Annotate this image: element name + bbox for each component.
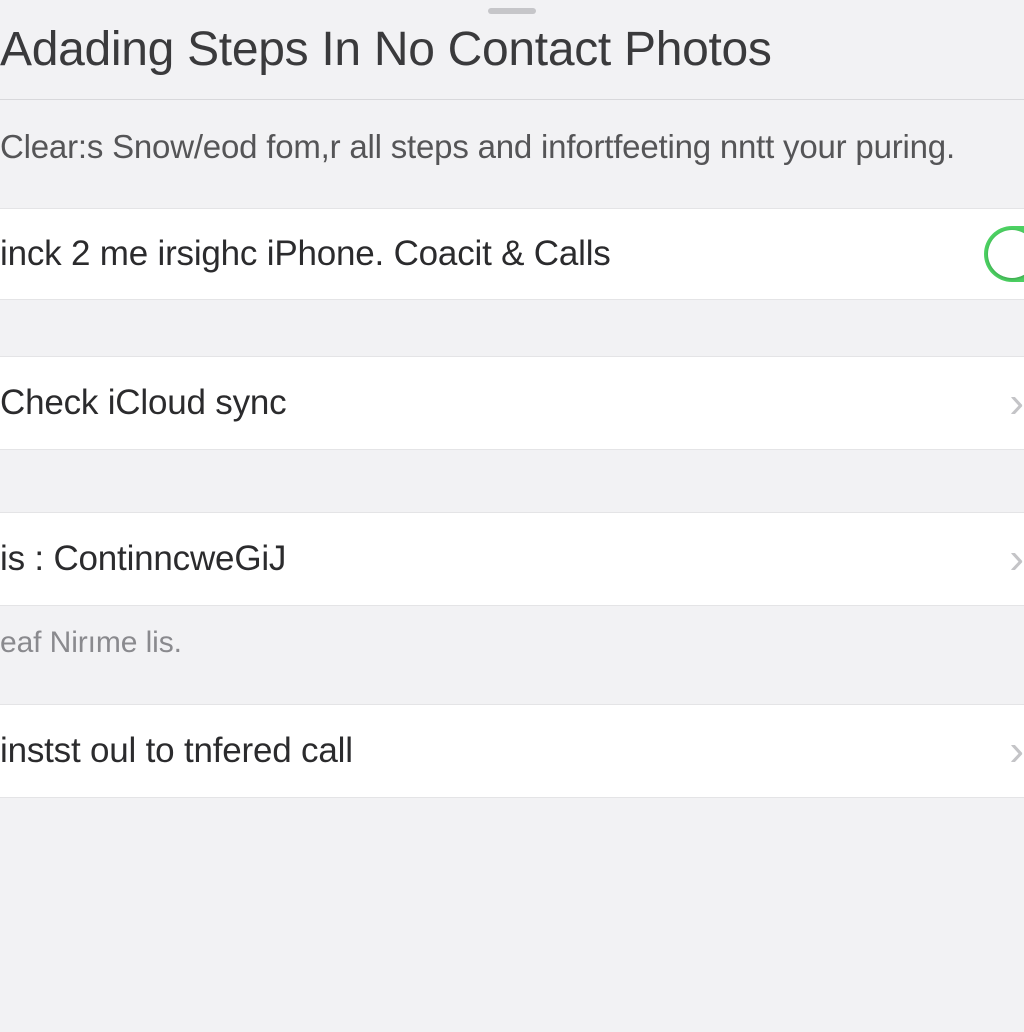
chevron-right-icon: › — [1010, 705, 1024, 797]
page-title: Adading Steps In No Contact Photos — [0, 20, 1024, 99]
sheet-grabber[interactable] — [488, 8, 536, 14]
row-label: Check iCloud sync — [0, 383, 286, 423]
row-label: is : ContinncweGiJ — [0, 539, 286, 579]
row-continue[interactable]: is : ContinncweGiJ › — [0, 512, 1024, 606]
spacer — [0, 300, 1024, 356]
row-contacts-calls[interactable]: inck 2 me irsighc iPhone. Coacit & Calls — [0, 208, 1024, 300]
chevron-right-icon: › — [1010, 357, 1024, 449]
spacer — [0, 450, 1024, 506]
row-label: instst oul to tnfered call — [0, 731, 353, 771]
header-subtitle: Clear:s Snow/eod fom,r all steps and inf… — [0, 100, 1024, 208]
row-install-call[interactable]: instst oul to tnfered call › — [0, 704, 1024, 798]
row-label: inck 2 me irsighc iPhone. Coacit & Calls — [0, 234, 611, 274]
chevron-right-icon: › — [1010, 513, 1024, 605]
toggle-switch[interactable] — [984, 226, 1024, 282]
section-footer-note: eaf Nirıme lis. — [0, 606, 1024, 704]
row-check-icloud-sync[interactable]: Check iCloud sync › — [0, 356, 1024, 450]
